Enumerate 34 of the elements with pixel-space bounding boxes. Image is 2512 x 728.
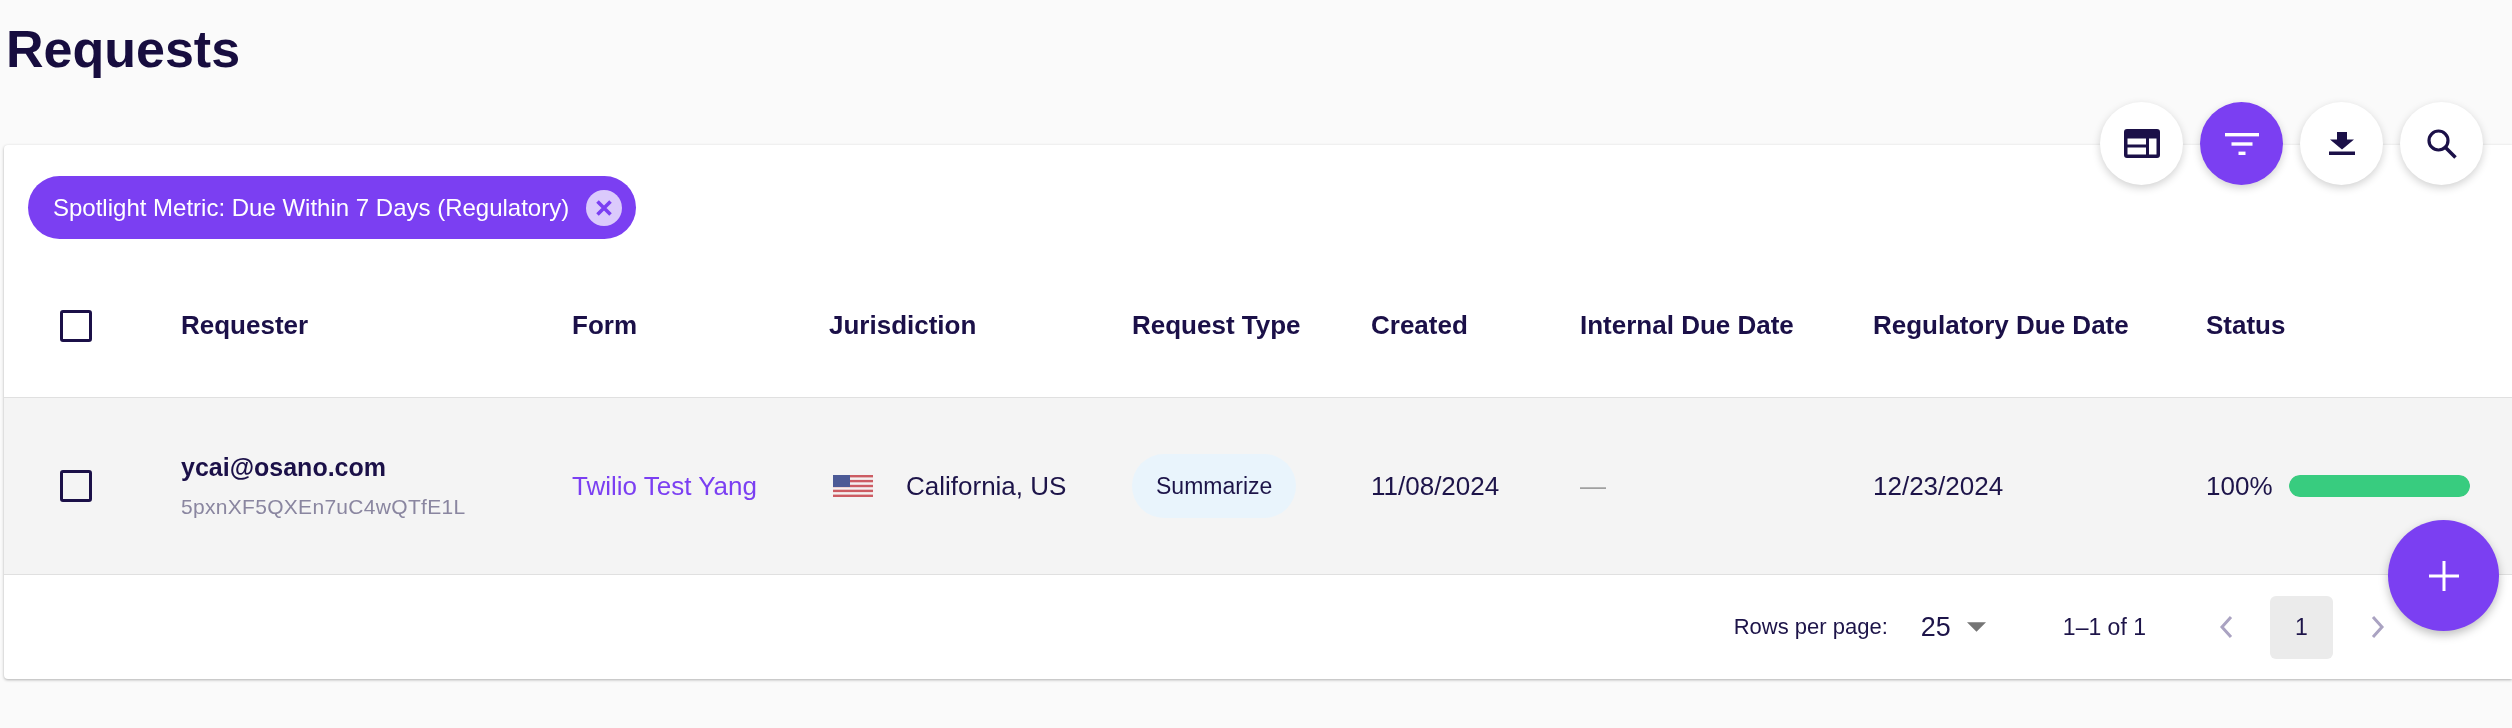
table-cell: California, US xyxy=(906,470,1067,502)
column-header: Request Type xyxy=(1132,310,1301,340)
filter-icon xyxy=(2224,132,2259,155)
column-header: Regulatory Due Date xyxy=(1873,310,2129,340)
column-header: Status xyxy=(2206,310,2286,340)
plus-icon xyxy=(2428,560,2459,591)
caret-icon xyxy=(1966,622,1986,632)
search-icon xyxy=(2426,128,2457,159)
page-range: 1–1 of 1 xyxy=(2062,613,2146,641)
column-header: Jurisdiction xyxy=(829,310,977,340)
layout-icon xyxy=(2123,129,2160,158)
flag-icon xyxy=(833,475,873,497)
request-type-tag: Summarize xyxy=(1132,454,1297,518)
checkbox[interactable] xyxy=(60,309,92,342)
download-icon xyxy=(2328,132,2355,155)
page-button[interactable]: 1 xyxy=(2270,595,2333,659)
form-link[interactable]: Twilio Test Yang xyxy=(572,470,757,501)
chevron-left-icon xyxy=(2219,615,2233,639)
rows-per-page-label: Rows per page: xyxy=(1733,614,1888,640)
table-cell: 11/08/2024 xyxy=(1371,470,1500,501)
column-header: Requester xyxy=(181,310,309,340)
status-percent: 100% xyxy=(2206,470,2273,502)
chip-label: Spotlight Metric: Due Within 7 Days (Regulatory) xyxy=(53,193,570,222)
rows-per-page-select[interactable]: 25 xyxy=(1920,611,1986,643)
checkbox[interactable] xyxy=(60,470,92,502)
column-header: Form xyxy=(572,310,637,340)
requester-email: ycai@osano.com xyxy=(181,451,387,482)
table-cell: 12/23/2024 xyxy=(1873,470,2004,501)
column-header: Internal Due Date xyxy=(1580,310,1794,340)
table-cell: — xyxy=(1580,470,1606,501)
column-header: Created xyxy=(1371,310,1468,340)
chevron-right-icon xyxy=(2371,615,2385,639)
close-icon[interactable] xyxy=(586,189,623,226)
request-id: 5pxnXF5QXEn7uC4wQTfE1L xyxy=(181,493,467,520)
